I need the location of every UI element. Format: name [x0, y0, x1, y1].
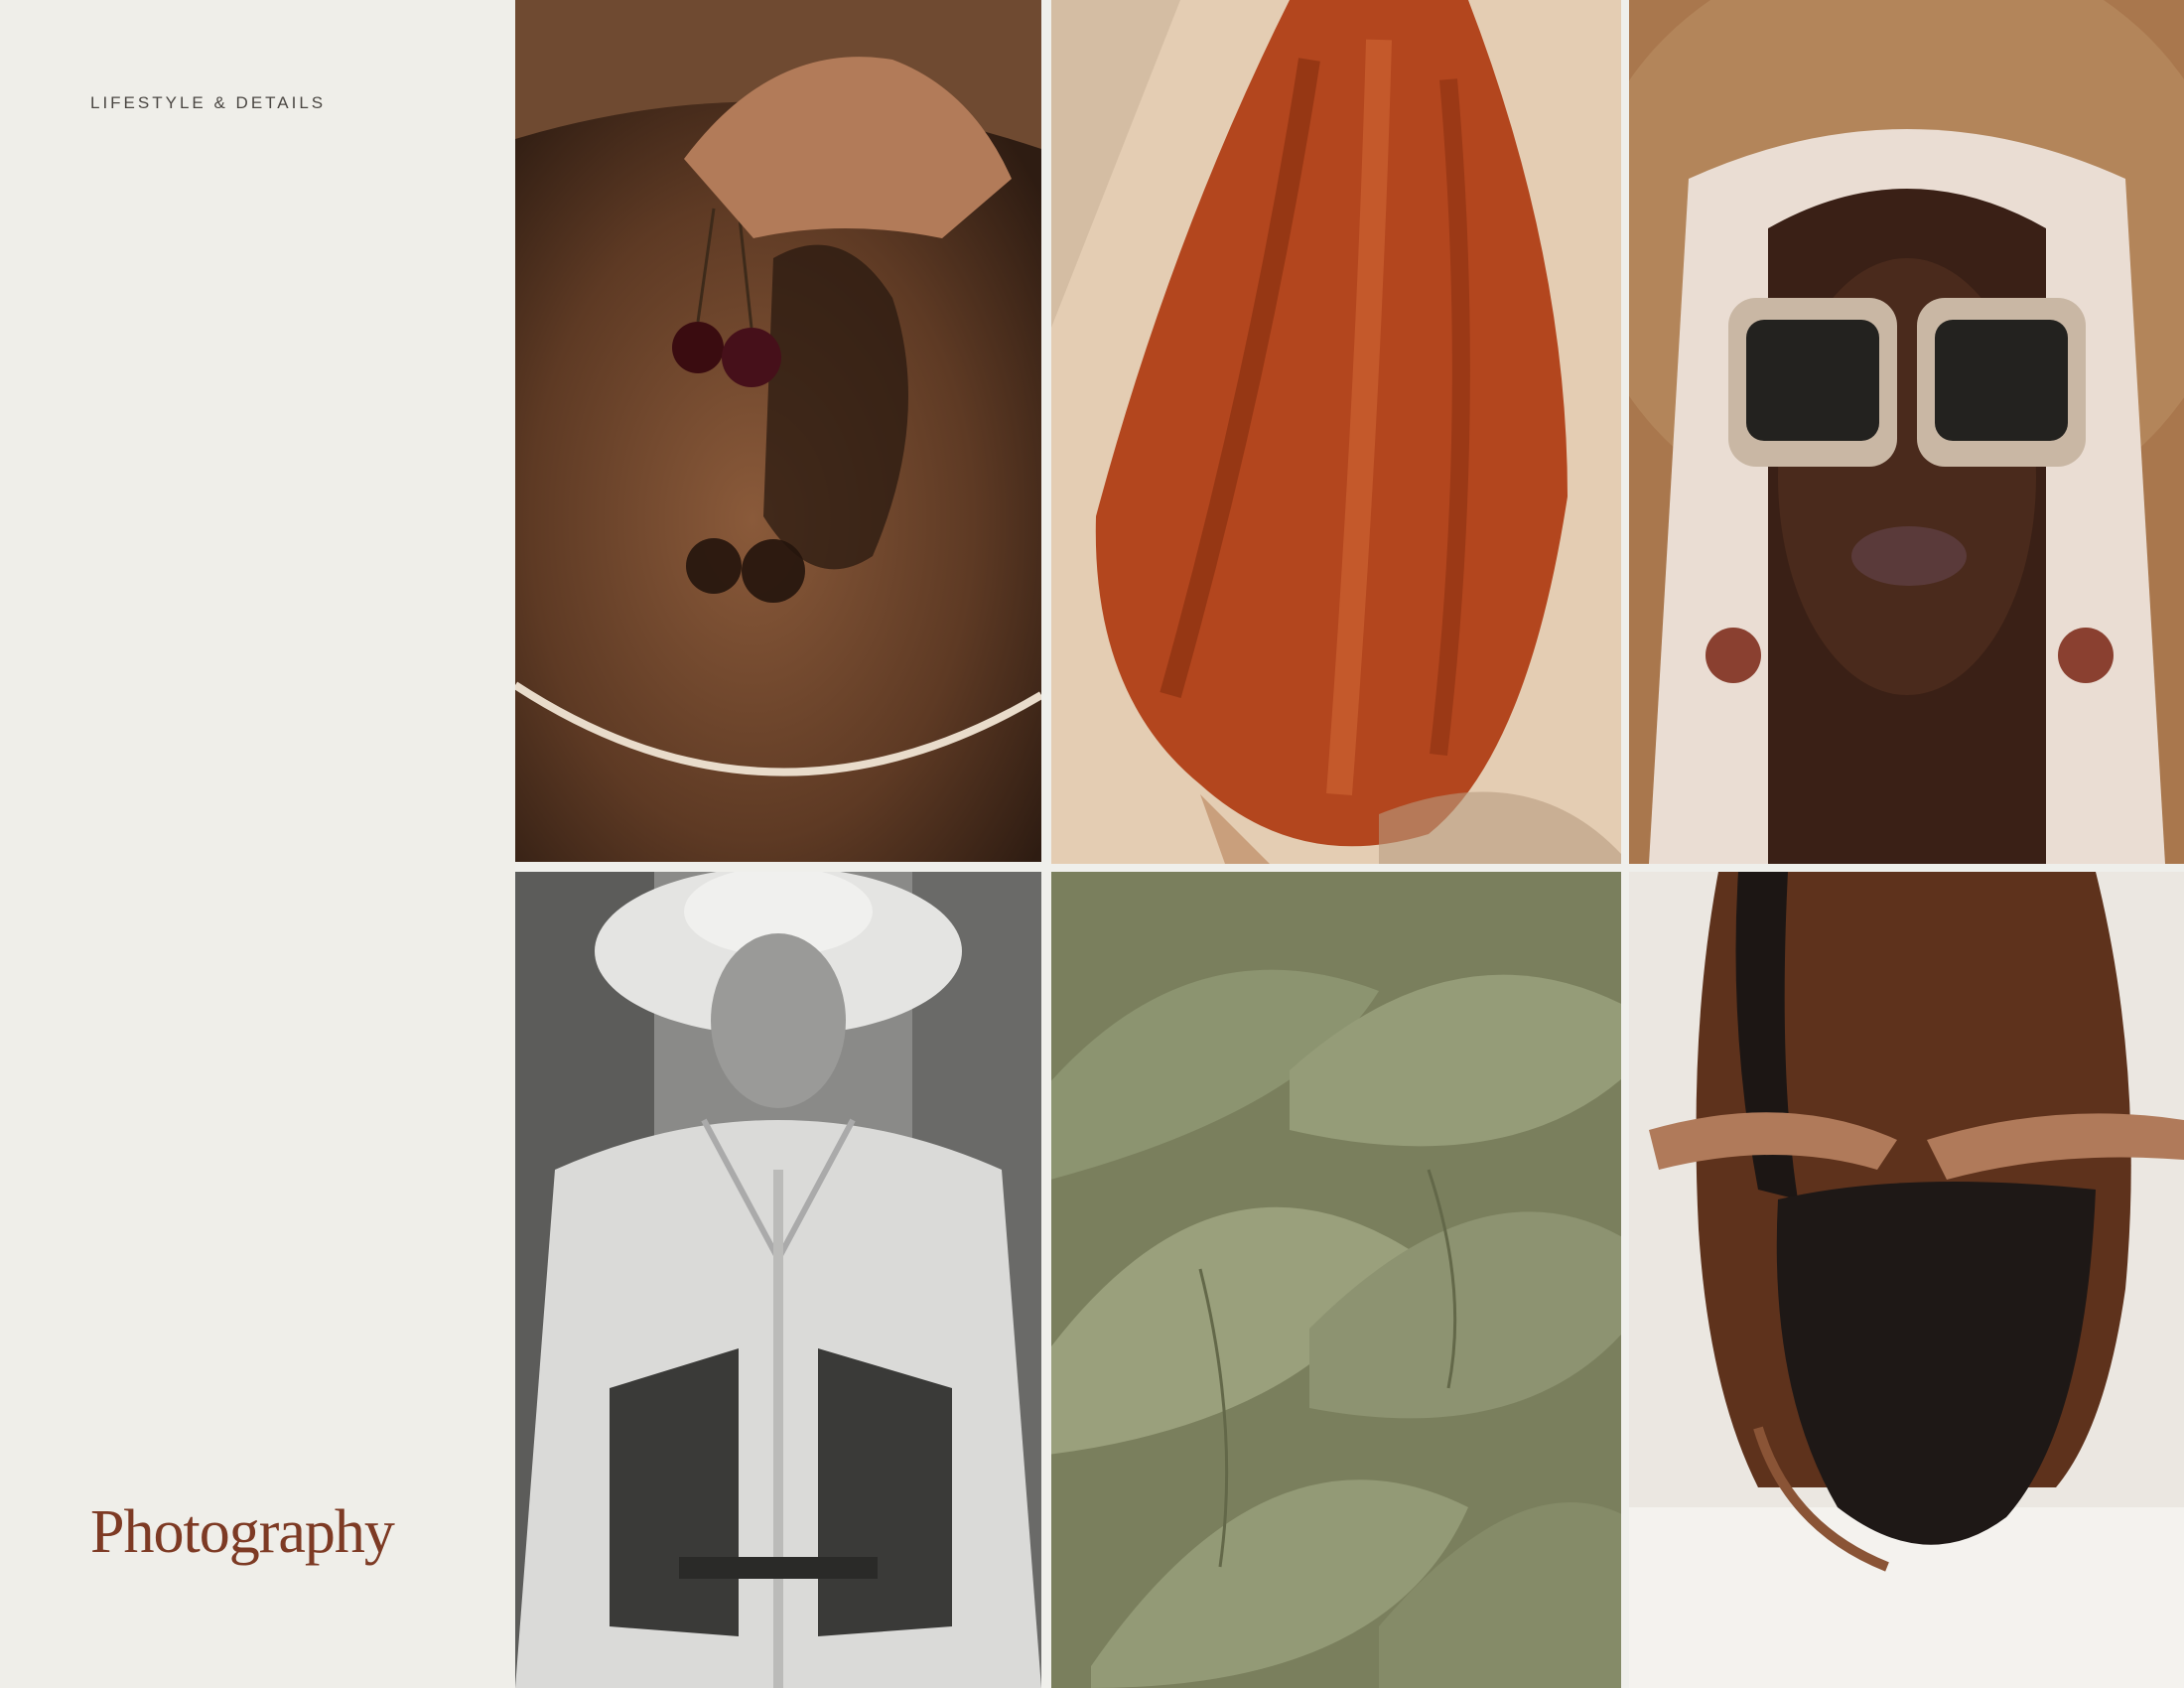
photo-swimsuit-back — [1629, 872, 2184, 1688]
sunglasses-image — [1629, 0, 2184, 864]
photo-cherries-shadow — [515, 0, 1041, 862]
section-label: LIFESTYLE & DETAILS — [90, 93, 327, 112]
dress-image — [1051, 0, 1621, 864]
photo-sunglasses-portrait — [1629, 0, 2184, 864]
cherries-image — [515, 0, 1041, 862]
sidebar-panel: LIFESTYLE & DETAILS Photography — [0, 0, 515, 1688]
photo-hat-portrait — [515, 872, 1041, 1688]
photo-rust-dress — [1051, 0, 1621, 864]
photo-ginkgo-leaves — [1051, 872, 1621, 1688]
ginkgo-image — [1051, 872, 1621, 1688]
hat-portrait-image — [515, 872, 1041, 1688]
page-title: Photography — [90, 1498, 395, 1566]
swimsuit-image — [1629, 872, 2184, 1688]
